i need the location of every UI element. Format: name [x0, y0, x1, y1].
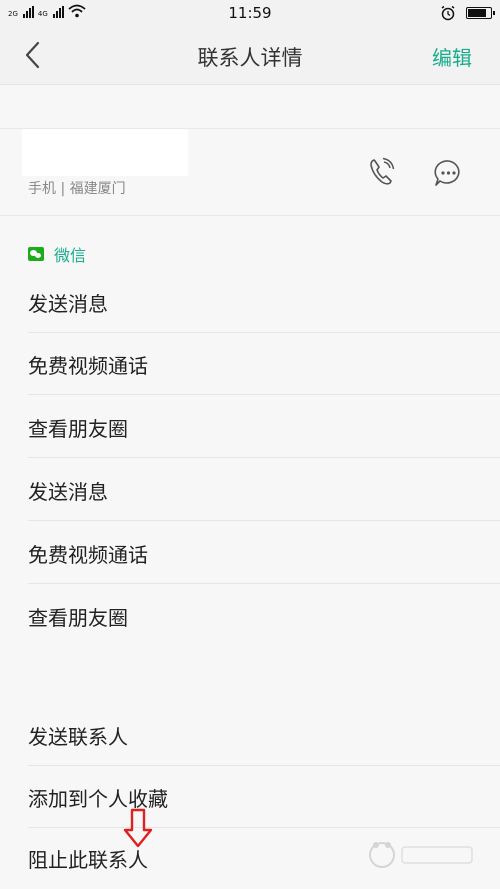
battery-icon	[466, 7, 495, 19]
watermark-logo-icon	[369, 842, 473, 868]
name-redaction	[22, 129, 188, 176]
wechat-section-title: 微信	[54, 246, 87, 265]
list-item-label: 发送消息	[28, 480, 108, 504]
list-item-send-message[interactable]: 发送消息	[28, 271, 500, 333]
list-item-send-message-2[interactable]: 发送消息	[28, 459, 500, 521]
list-item-moments[interactable]: 查看朋友圈	[28, 396, 500, 458]
list-item-moments-2[interactable]: 查看朋友圈	[28, 585, 500, 647]
list-item-label: 发送消息	[28, 292, 108, 316]
list-item-video-call[interactable]: 免费视频通话	[28, 333, 500, 395]
wechat-section-header: 微信	[28, 242, 86, 266]
list-item-label: 发送联系人	[28, 725, 128, 749]
status-bar: 2G 4G 11:59	[0, 0, 500, 26]
phone-call-icon[interactable]	[368, 157, 396, 187]
battery-fill	[468, 9, 486, 17]
list-item-label: 免费视频通话	[28, 354, 148, 378]
list-item-add-favorite[interactable]: 添加到个人收藏	[28, 766, 500, 828]
arrow-down-icon	[123, 808, 153, 848]
status-time: 11:59	[228, 4, 272, 22]
contact-card: 手机 | 福建厦门	[0, 128, 500, 216]
wechat-icon	[28, 247, 44, 261]
list-item-label: 免费视频通话	[28, 543, 148, 567]
contact-subtitle: 手机 | 福建厦门	[28, 181, 126, 197]
list-item-send-contact[interactable]: 发送联系人	[28, 704, 500, 766]
page-title: 联系人详情	[197, 46, 303, 70]
nav-bar: 联系人详情 编辑	[0, 26, 500, 85]
list-item-label: 查看朋友圈	[28, 606, 128, 630]
status-right	[440, 5, 495, 21]
alarm-icon	[441, 5, 455, 21]
list-item-label: 阻止此联系人	[28, 848, 148, 872]
list-item-label: 查看朋友圈	[28, 417, 128, 441]
chat-bubble-icon[interactable]	[433, 158, 463, 188]
edit-button[interactable]: 编辑	[432, 42, 472, 71]
list-item-video-call-2[interactable]: 免费视频通话	[28, 522, 500, 584]
